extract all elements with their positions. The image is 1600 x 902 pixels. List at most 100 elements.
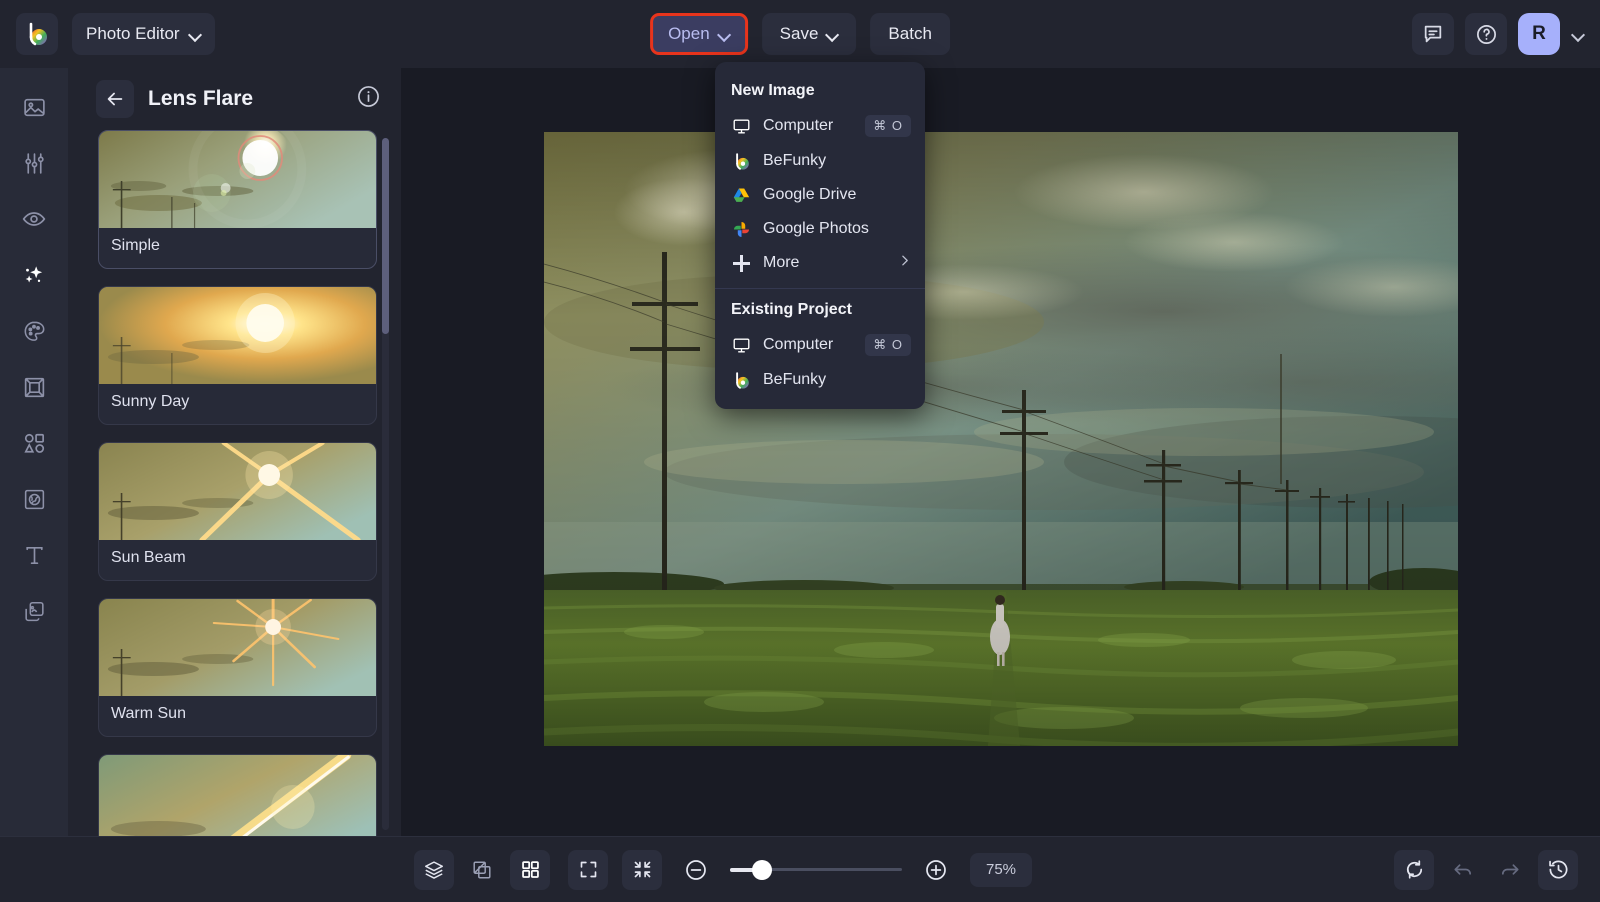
sidebar-item-layers[interactable] (11, 588, 57, 634)
preset-label: Sunny Day (111, 393, 190, 410)
befunky-logo-button[interactable] (16, 13, 58, 55)
avatar[interactable]: R (1518, 13, 1560, 55)
befunky-logo-icon (731, 151, 751, 171)
refresh-reset-icon (1406, 860, 1422, 879)
compare-button[interactable] (462, 850, 502, 890)
redo-arrow-icon (1501, 864, 1519, 875)
sidebar-item-effects[interactable] (11, 252, 57, 298)
undo-button[interactable] (1442, 850, 1482, 890)
zoom-out-button[interactable] (676, 850, 716, 890)
grid-four-icon (521, 861, 539, 878)
info-button[interactable] (356, 84, 381, 114)
sidebar-item-edit[interactable] (11, 140, 57, 186)
collapse-corners-icon (634, 861, 650, 878)
grid-button[interactable] (510, 849, 550, 890)
menu-item-more[interactable]: More (715, 246, 925, 280)
list-item[interactable]: Sunny Day (98, 286, 377, 425)
zoom-slider-handle[interactable] (752, 859, 772, 880)
feedback-button[interactable] (1412, 13, 1454, 55)
google-photos-icon (731, 219, 751, 239)
preset-thumbnail (99, 443, 376, 540)
avatar-chevron-down-icon[interactable] (1573, 29, 1584, 40)
chevron-down-icon (827, 29, 838, 40)
menu-item-existing-befunky[interactable]: BeFunky (715, 363, 925, 397)
sidebar-item-textures[interactable] (11, 476, 57, 522)
zoom-level-value: 75% (985, 861, 1017, 878)
scrollbar-thumb[interactable] (382, 138, 389, 334)
canvas-area[interactable] (401, 68, 1600, 836)
fit-screen-button[interactable] (568, 849, 608, 890)
list-item[interactable]: Sun Beam (98, 442, 377, 581)
redo-button[interactable] (1490, 850, 1530, 890)
preset-thumbnail (99, 755, 376, 836)
tool-rail (0, 68, 68, 836)
zoom-controls: 75% (568, 849, 1032, 890)
bottom-right-tools (1394, 849, 1578, 890)
computer-monitor-icon (731, 335, 751, 355)
sparkles-icon (25, 266, 43, 283)
list-item[interactable] (98, 754, 377, 836)
palette-icon (24, 321, 44, 341)
google-drive-icon (731, 185, 751, 205)
texture-icon (24, 489, 44, 509)
sidebar-item-frames[interactable] (11, 364, 57, 410)
menu-item-new-computer[interactable]: Computer ⌘ O (715, 108, 925, 144)
dropdown-section-title: New Image (731, 82, 815, 99)
sidebar-item-touchup[interactable] (11, 196, 57, 242)
menu-item-new-befunky[interactable]: BeFunky (715, 144, 925, 178)
computer-monitor-icon (731, 116, 751, 136)
menu-item-google-drive[interactable]: Google Drive (715, 178, 925, 212)
zoom-in-button[interactable] (916, 850, 956, 890)
zoom-level-input[interactable]: 75% (970, 852, 1032, 887)
edited-photo[interactable] (543, 132, 1458, 746)
app-body: Lens Flare Simple Sunny Day Sun Beam War… (0, 62, 1600, 836)
preset-thumbnail (99, 131, 376, 228)
arrow-left-icon (107, 92, 123, 106)
history-button[interactable] (1538, 849, 1578, 890)
panel-header: Lens Flare (68, 68, 401, 130)
list-item[interactable]: Simple (98, 130, 377, 269)
zoom-slider[interactable] (730, 859, 902, 880)
photo-image (543, 132, 1458, 746)
app-switcher-label: Photo Editor (86, 24, 180, 43)
sidebar-item-graphics[interactable] (11, 420, 57, 466)
shapes-icon (23, 433, 44, 453)
bottom-toolbar: 75% (0, 836, 1600, 902)
dropdown-section-title: Existing Project (731, 301, 852, 318)
app-switcher-dropdown[interactable]: Photo Editor (72, 13, 215, 55)
sidebar-item-artsy[interactable] (11, 308, 57, 354)
menu-item-existing-computer[interactable]: Computer ⌘ O (715, 327, 925, 363)
preset-thumbnail (99, 599, 376, 696)
chat-bubble-icon (1424, 25, 1442, 43)
chevron-down-icon (719, 29, 730, 40)
batch-button[interactable]: Batch (870, 13, 950, 55)
back-button[interactable] (96, 80, 134, 118)
actual-size-button[interactable] (622, 849, 662, 890)
app-header: Photo Editor Open Save Batch R (0, 0, 1600, 68)
header-right-actions: R (1412, 13, 1584, 55)
befunky-logo-icon (29, 22, 47, 46)
help-button[interactable] (1465, 13, 1507, 55)
list-item[interactable]: Warm Sun (98, 598, 377, 737)
undo-arrow-icon (1453, 864, 1471, 875)
question-mark-circle-icon (1476, 24, 1496, 44)
plus-icon (731, 253, 751, 273)
preset-list[interactable]: Simple Sunny Day Sun Beam Warm Sun (68, 130, 401, 836)
preset-thumbnail (99, 287, 376, 384)
layers-button[interactable] (414, 849, 454, 890)
minus-circle-icon (686, 859, 706, 880)
photo-editor-app: Photo Editor Open Save Batch R Lens Flar… (0, 0, 1600, 902)
info-circle-icon (358, 86, 379, 107)
sidebar-item-text[interactable] (11, 532, 57, 578)
effects-panel: Lens Flare Simple Sunny Day Sun Beam War… (68, 68, 401, 836)
sidebar-item-image-manager[interactable] (11, 84, 57, 130)
open-button-label: Open (668, 24, 710, 43)
open-button[interactable]: Open (650, 13, 748, 55)
layers-stack-icon (425, 860, 443, 879)
save-button[interactable]: Save (761, 13, 857, 55)
menu-item-label: Computer (763, 117, 834, 134)
menu-item-google-photos[interactable]: Google Photos (715, 212, 925, 246)
chevron-right-icon (898, 254, 911, 272)
reset-button[interactable] (1394, 849, 1434, 890)
preset-label: Simple (111, 237, 160, 254)
